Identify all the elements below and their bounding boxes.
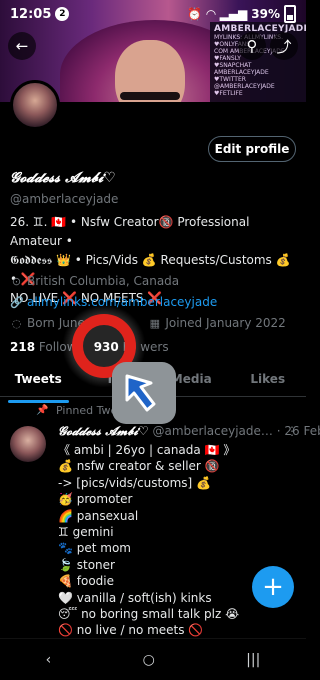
battery-percent: 39% [251,7,280,21]
calendar-icon: ▦ [149,316,161,330]
bio-line: 26. ♊. 🇨🇦 • Nsfw Creator🔞 Professional A… [10,215,250,248]
tweet-author-name[interactable]: 𝓖𝓸𝓭𝓭𝓮𝓼𝓼 𝓐𝓶𝓫𝓲♡ [58,424,149,438]
profile-bio: 26. ♊. 🇨🇦 • Nsfw Creator🔞 Professional A… [10,213,300,308]
arrow-up-left-icon [125,374,156,412]
tweet-line: 😴 no boring small talk plz 😭 [58,607,240,622]
display-name: 𝓖𝓸𝓭𝓭𝓮𝓼𝓼 𝓐𝓶𝓫𝓲♡ [10,170,116,186]
alarm-icon: ⏰ [187,7,203,21]
tweet-date: · 26 Feb [276,424,320,438]
link-icon: 🔗 [10,295,24,309]
tweet-line: 💰 nsfw creator & seller 🔞 [58,459,220,474]
battery-icon [284,5,296,23]
tweet-line: 🥳 promoter [58,492,133,507]
plus-icon: + [262,572,284,602]
banner-line: ♥FETLIFE [214,90,243,97]
back-button[interactable]: ← [8,32,36,60]
share-button[interactable]: ⤴ [270,32,298,60]
wifi-icon: ◠ [206,7,216,21]
edit-profile-button[interactable]: Edit profile [208,136,296,162]
following-count: 218 [10,340,36,354]
status-right: ⏰ ◠ ▂▄▆ 39% [187,5,296,23]
tweet-line: -> [pics/vids/customs] 💰 [58,475,211,490]
pointer-arrow-icon [112,362,176,424]
location-icon: ⊙ [11,274,22,288]
tweet-line: 《 ambi | 26yo | canada 🇨🇦 》 [58,443,236,457]
location-text: British Columbia, Canada [27,274,180,288]
birthday-icon: ◌ [11,316,22,330]
tab-likes[interactable]: Likes [230,372,307,394]
back-arrow-icon: ← [15,37,29,55]
tweet-line: 🐾 pet mom [58,541,131,556]
profile-link[interactable]: allmylinks.com/amberlaceyjade [27,295,217,309]
nav-back-button[interactable]: ‹ [46,652,52,668]
profile-avatar[interactable] [10,80,60,130]
share-icon: ⤴ [276,37,292,56]
search-icon: ⚲ [246,37,258,55]
signal-icon: ▂▄▆ [219,7,248,21]
banner-photo-choker [120,92,180,100]
search-button[interactable]: ⚲ [238,32,266,60]
tweet-body[interactable]: 《 ambi | 26yo | canada 🇨🇦 》 💰 nsfw creat… [58,442,298,639]
tweet-line: ♊ gemini [58,525,114,540]
tweet-author-handle[interactable]: @amberlaceyjade… [152,424,272,438]
banner-line: AMBERLACEYJADE [214,69,269,76]
tweet-line: 🚫 no live / no meets 🚫 [58,623,204,638]
tweet-more-button[interactable]: ⋮ [286,424,298,438]
tab-tweets[interactable]: Tweets [0,372,77,403]
dates-row: ◌ Born June 1 ▦ Joined January 2022 [10,316,286,330]
nav-home-button[interactable]: ○ [143,652,155,668]
location-row: ⊙ British Columbia, Canada [10,274,179,288]
tweet-header: 𝓖𝓸𝓭𝓭𝓮𝓼𝓼 𝓐𝓶𝓫𝓲♡ @amberlaceyjade… · 26 Feb [58,424,320,439]
banner-line: @AMBERLACEYJADE [214,83,275,90]
status-bar: 12:05 2 ⏰ ◠ ▂▄▆ 39% [0,0,306,28]
compose-tweet-button[interactable]: + [252,566,294,608]
status-time: 12:05 [10,6,52,22]
tweet-avatar[interactable] [10,426,46,462]
notification-count-badge: 2 [55,7,70,21]
banner-line: ♥TWITTER [214,76,246,83]
profile-handle: @amberlaceyjade [10,192,119,206]
tweet-line: 🌈 pansexual [58,508,139,523]
banner-line: ♥SNAPCHAT [214,62,252,69]
joined-text: Joined January 2022 [165,316,286,330]
pin-icon: 📌 [36,405,49,416]
nav-recents-button[interactable]: ||| [246,652,260,668]
system-nav-bar: ‹ ○ ||| [0,638,306,680]
